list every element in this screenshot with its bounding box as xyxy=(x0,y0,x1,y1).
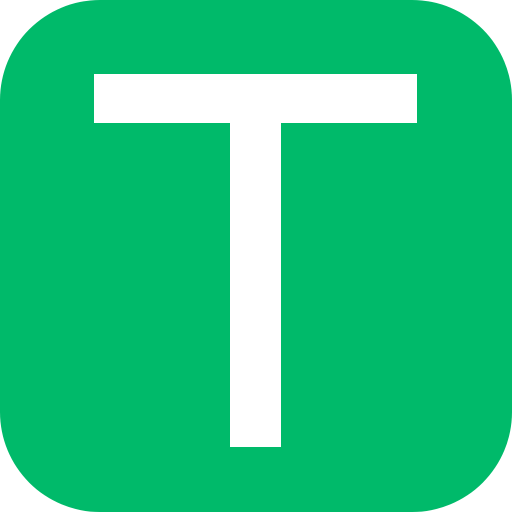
letter-t-stem xyxy=(230,74,281,447)
letter-t-app-icon xyxy=(0,0,512,512)
